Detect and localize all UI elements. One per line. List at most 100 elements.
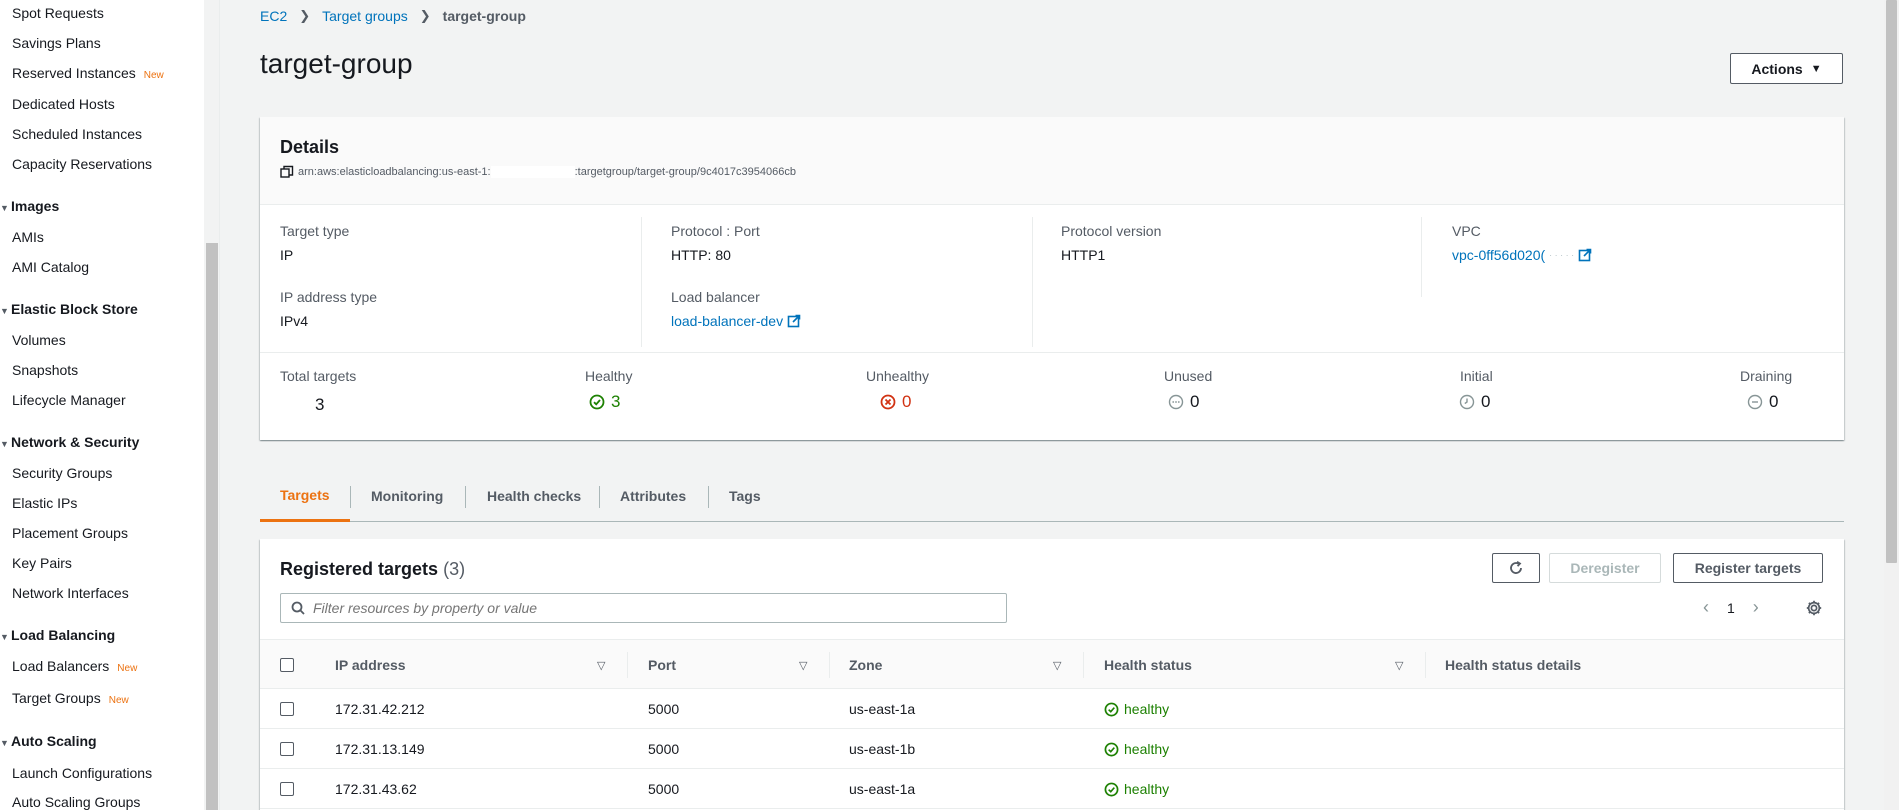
chevron-right-icon: ❯ (299, 8, 311, 23)
sidebar-item-load-balancers[interactable]: Load Balancers New (12, 658, 137, 674)
stats-divider (260, 352, 1844, 353)
health-status: healthy (1124, 741, 1170, 757)
sidebar-section-auto-scaling[interactable]: ▼ Auto Scaling (0, 733, 97, 749)
tab-divider (350, 486, 351, 508)
sort-icon[interactable]: ▽ (799, 659, 807, 672)
current-page[interactable]: 1 (1727, 600, 1735, 616)
sidebar-item-ami-catalog[interactable]: AMI Catalog (12, 259, 89, 275)
sidebar-scrollbar-thumb[interactable] (206, 243, 218, 810)
tab-tags[interactable]: Tags (729, 470, 761, 522)
column-ip-address[interactable]: IP address (335, 640, 406, 690)
ip-type-label: IP address type (280, 289, 378, 305)
sidebar-item-security-groups[interactable]: Security Groups (12, 465, 112, 481)
sidebar-item-snapshots[interactable]: Snapshots (12, 362, 78, 378)
gear-icon[interactable] (1805, 599, 1823, 617)
sidebar-item-volumes[interactable]: Volumes (12, 332, 66, 348)
vpc-id-obscured: · · · · · (1549, 250, 1575, 260)
sidebar-item-scheduled-instances[interactable]: Scheduled Instances (12, 126, 142, 142)
cell-port: 5000 (648, 781, 680, 797)
sidebar-item-reserved-instances[interactable]: Reserved Instances New (12, 65, 164, 81)
arn-prefix: arn:aws:elasticloadbalancing:us-east-1: (298, 166, 491, 178)
sidebar-item-amis[interactable]: AMIs (12, 229, 44, 245)
table-row[interactable]: 172.31.13.149 5000 us-east-1b healthy (260, 729, 1844, 769)
sidebar-section-ebs[interactable]: ▼ Elastic Block Store (0, 301, 138, 317)
vpc-link[interactable]: vpc-0ff56d020( · · · · · (1452, 247, 1592, 263)
total-targets-value: 3 (315, 395, 325, 414)
row-checkbox[interactable] (280, 782, 294, 796)
cell-ip: 172.31.42.212 (335, 701, 425, 717)
sidebar-item-savings-plans[interactable]: Savings Plans (12, 35, 101, 51)
sort-icon[interactable]: ▽ (1053, 659, 1061, 672)
sidebar-section-images[interactable]: ▼ Images (0, 198, 59, 214)
table-row[interactable]: 172.31.42.212 5000 us-east-1a healthy (260, 689, 1844, 729)
page-scrollbar-thumb[interactable] (1886, 0, 1897, 563)
breadcrumb-ec2[interactable]: EC2 (260, 8, 287, 24)
registered-targets-panel: Registered targets (3) Deregister Regist… (260, 539, 1844, 810)
sidebar-item-key-pairs[interactable]: Key Pairs (12, 555, 72, 571)
select-all-checkbox[interactable] (280, 658, 294, 672)
tab-monitoring[interactable]: Monitoring (371, 470, 443, 522)
tab-divider (708, 486, 709, 508)
cell-port: 5000 (648, 701, 680, 717)
tab-health-checks[interactable]: Health checks (487, 470, 581, 522)
sidebar-item-target-groups[interactable]: Target Groups New (12, 690, 129, 706)
column-port[interactable]: Port (648, 640, 676, 690)
deregister-button[interactable]: Deregister (1549, 553, 1661, 583)
sidebar-item-network-interfaces[interactable]: Network Interfaces (12, 585, 129, 601)
tab-targets[interactable]: Targets (260, 470, 350, 522)
sidebar-item-launch-configurations[interactable]: Launch Configurations (12, 765, 152, 781)
sidebar-item-auto-scaling-groups[interactable]: Auto Scaling Groups (12, 794, 140, 810)
refresh-button[interactable] (1492, 553, 1540, 583)
sidebar-item-elastic-ips[interactable]: Elastic IPs (12, 495, 77, 511)
cell-ip: 172.31.43.62 (335, 781, 417, 797)
sidebar-item-spot-requests[interactable]: Spot Requests (12, 5, 104, 21)
arn-suffix: :targetgroup/target-group/9c4017c3954066… (574, 166, 796, 178)
error-circle-icon (880, 394, 896, 410)
initial-label: Initial (1460, 368, 1493, 384)
actions-button[interactable]: Actions ▼ (1730, 53, 1843, 84)
protocol-port-label: Protocol : Port (671, 223, 760, 239)
row-checkbox[interactable] (280, 702, 294, 716)
sidebar-item-label: Reserved Instances (12, 65, 136, 81)
column-zone[interactable]: Zone (849, 640, 882, 690)
arn-row: arn:aws:elasticloadbalancing:us-east-1: … (280, 165, 796, 179)
load-balancer-label: Load balancer (671, 289, 760, 305)
sidebar-section-network-security[interactable]: ▼ Network & Security (0, 434, 139, 450)
next-page-icon[interactable]: › (1753, 597, 1759, 618)
ip-type-value: IPv4 (280, 313, 309, 329)
cell-zone: us-east-1b (849, 741, 916, 757)
sidebar-item-lifecycle-manager[interactable]: Lifecycle Manager (12, 392, 126, 408)
row-checkbox[interactable] (280, 742, 294, 756)
tab-bar: Targets Monitoring Health checks Attribu… (260, 470, 1844, 522)
sort-icon[interactable]: ▽ (1395, 659, 1403, 672)
initial-count: 0 (1481, 392, 1491, 411)
breadcrumb-target-groups[interactable]: Target groups (322, 8, 408, 24)
column-health-status[interactable]: Health status (1104, 640, 1192, 690)
sidebar-item-placement-groups[interactable]: Placement Groups (12, 525, 128, 541)
ellipsis-circle-icon (1168, 394, 1184, 410)
protocol-port-value: HTTP: 80 (671, 247, 731, 263)
draining-label: Draining (1740, 368, 1793, 384)
tab-attributes[interactable]: Attributes (620, 470, 686, 522)
sort-icon[interactable]: ▽ (597, 659, 605, 672)
sidebar-item-capacity-reservations[interactable]: Capacity Reservations (12, 156, 152, 172)
copy-icon[interactable] (280, 165, 294, 179)
vpc-label: VPC (1452, 223, 1481, 239)
prev-page-icon[interactable]: ‹ (1703, 597, 1709, 618)
load-balancer-link[interactable]: load-balancer-dev (671, 313, 801, 329)
details-header: Details arn:aws:elasticloadbalancing:us-… (260, 117, 1844, 205)
column-divider (1083, 652, 1084, 678)
table-row[interactable]: 172.31.43.62 5000 us-east-1a healthy (260, 769, 1844, 809)
page-title: target-group (260, 48, 413, 79)
total-targets-label: Total targets (280, 368, 357, 384)
filter-input[interactable] (313, 600, 973, 616)
sidebar-item-dedicated-hosts[interactable]: Dedicated Hosts (12, 96, 115, 112)
column-health-status-details[interactable]: Health status details (1445, 640, 1581, 690)
healthy-label: Healthy (585, 368, 633, 384)
health-status: healthy (1124, 701, 1170, 717)
cell-port: 5000 (648, 741, 680, 757)
register-targets-button[interactable]: Register targets (1673, 553, 1823, 583)
sidebar-section-load-balancing[interactable]: ▼ Load Balancing (0, 627, 115, 643)
sidebar-item-label: Target Groups (12, 690, 101, 706)
pagination: ‹ 1 › (1703, 597, 1759, 618)
